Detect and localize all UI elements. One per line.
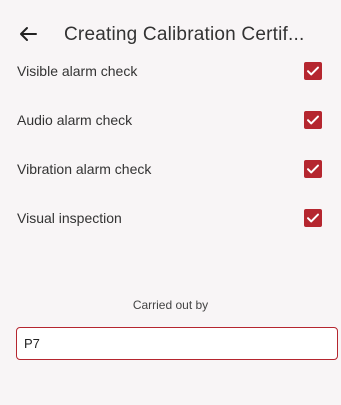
carried-out-by-field[interactable] [16,327,338,360]
checkbox-vibration-alarm[interactable] [304,160,322,178]
check-row-visual-inspection[interactable]: Visual inspection [0,195,341,244]
carried-out-by-input[interactable] [17,328,337,359]
check-list: Visible alarm check Audio alarm check Vi… [0,48,341,244]
checkmark-icon [307,66,319,76]
check-row-vibration-alarm[interactable]: Vibration alarm check [0,146,341,195]
checkbox-audio-alarm[interactable] [304,111,322,129]
checkbox-visual-inspection[interactable] [304,209,322,227]
checkmark-icon [307,115,319,125]
checkmark-icon [307,164,319,174]
check-row-visible-alarm[interactable]: Visible alarm check [0,48,341,97]
back-button[interactable] [16,22,40,46]
carried-out-by-label: Carried out by [132,298,209,312]
check-label: Vibration alarm check [17,161,152,177]
checkbox-visible-alarm[interactable] [304,62,322,80]
check-label: Audio alarm check [17,112,133,128]
check-label: Visible alarm check [17,63,138,79]
check-row-audio-alarm[interactable]: Audio alarm check [0,97,341,146]
calibration-certificate-screen: Creating Calibration Certif... Visible a… [0,0,341,405]
check-label: Visual inspection [17,210,122,226]
checkmark-icon [307,213,319,223]
page-title: Creating Calibration Certif... [64,24,305,45]
arrow-left-icon [20,27,37,41]
